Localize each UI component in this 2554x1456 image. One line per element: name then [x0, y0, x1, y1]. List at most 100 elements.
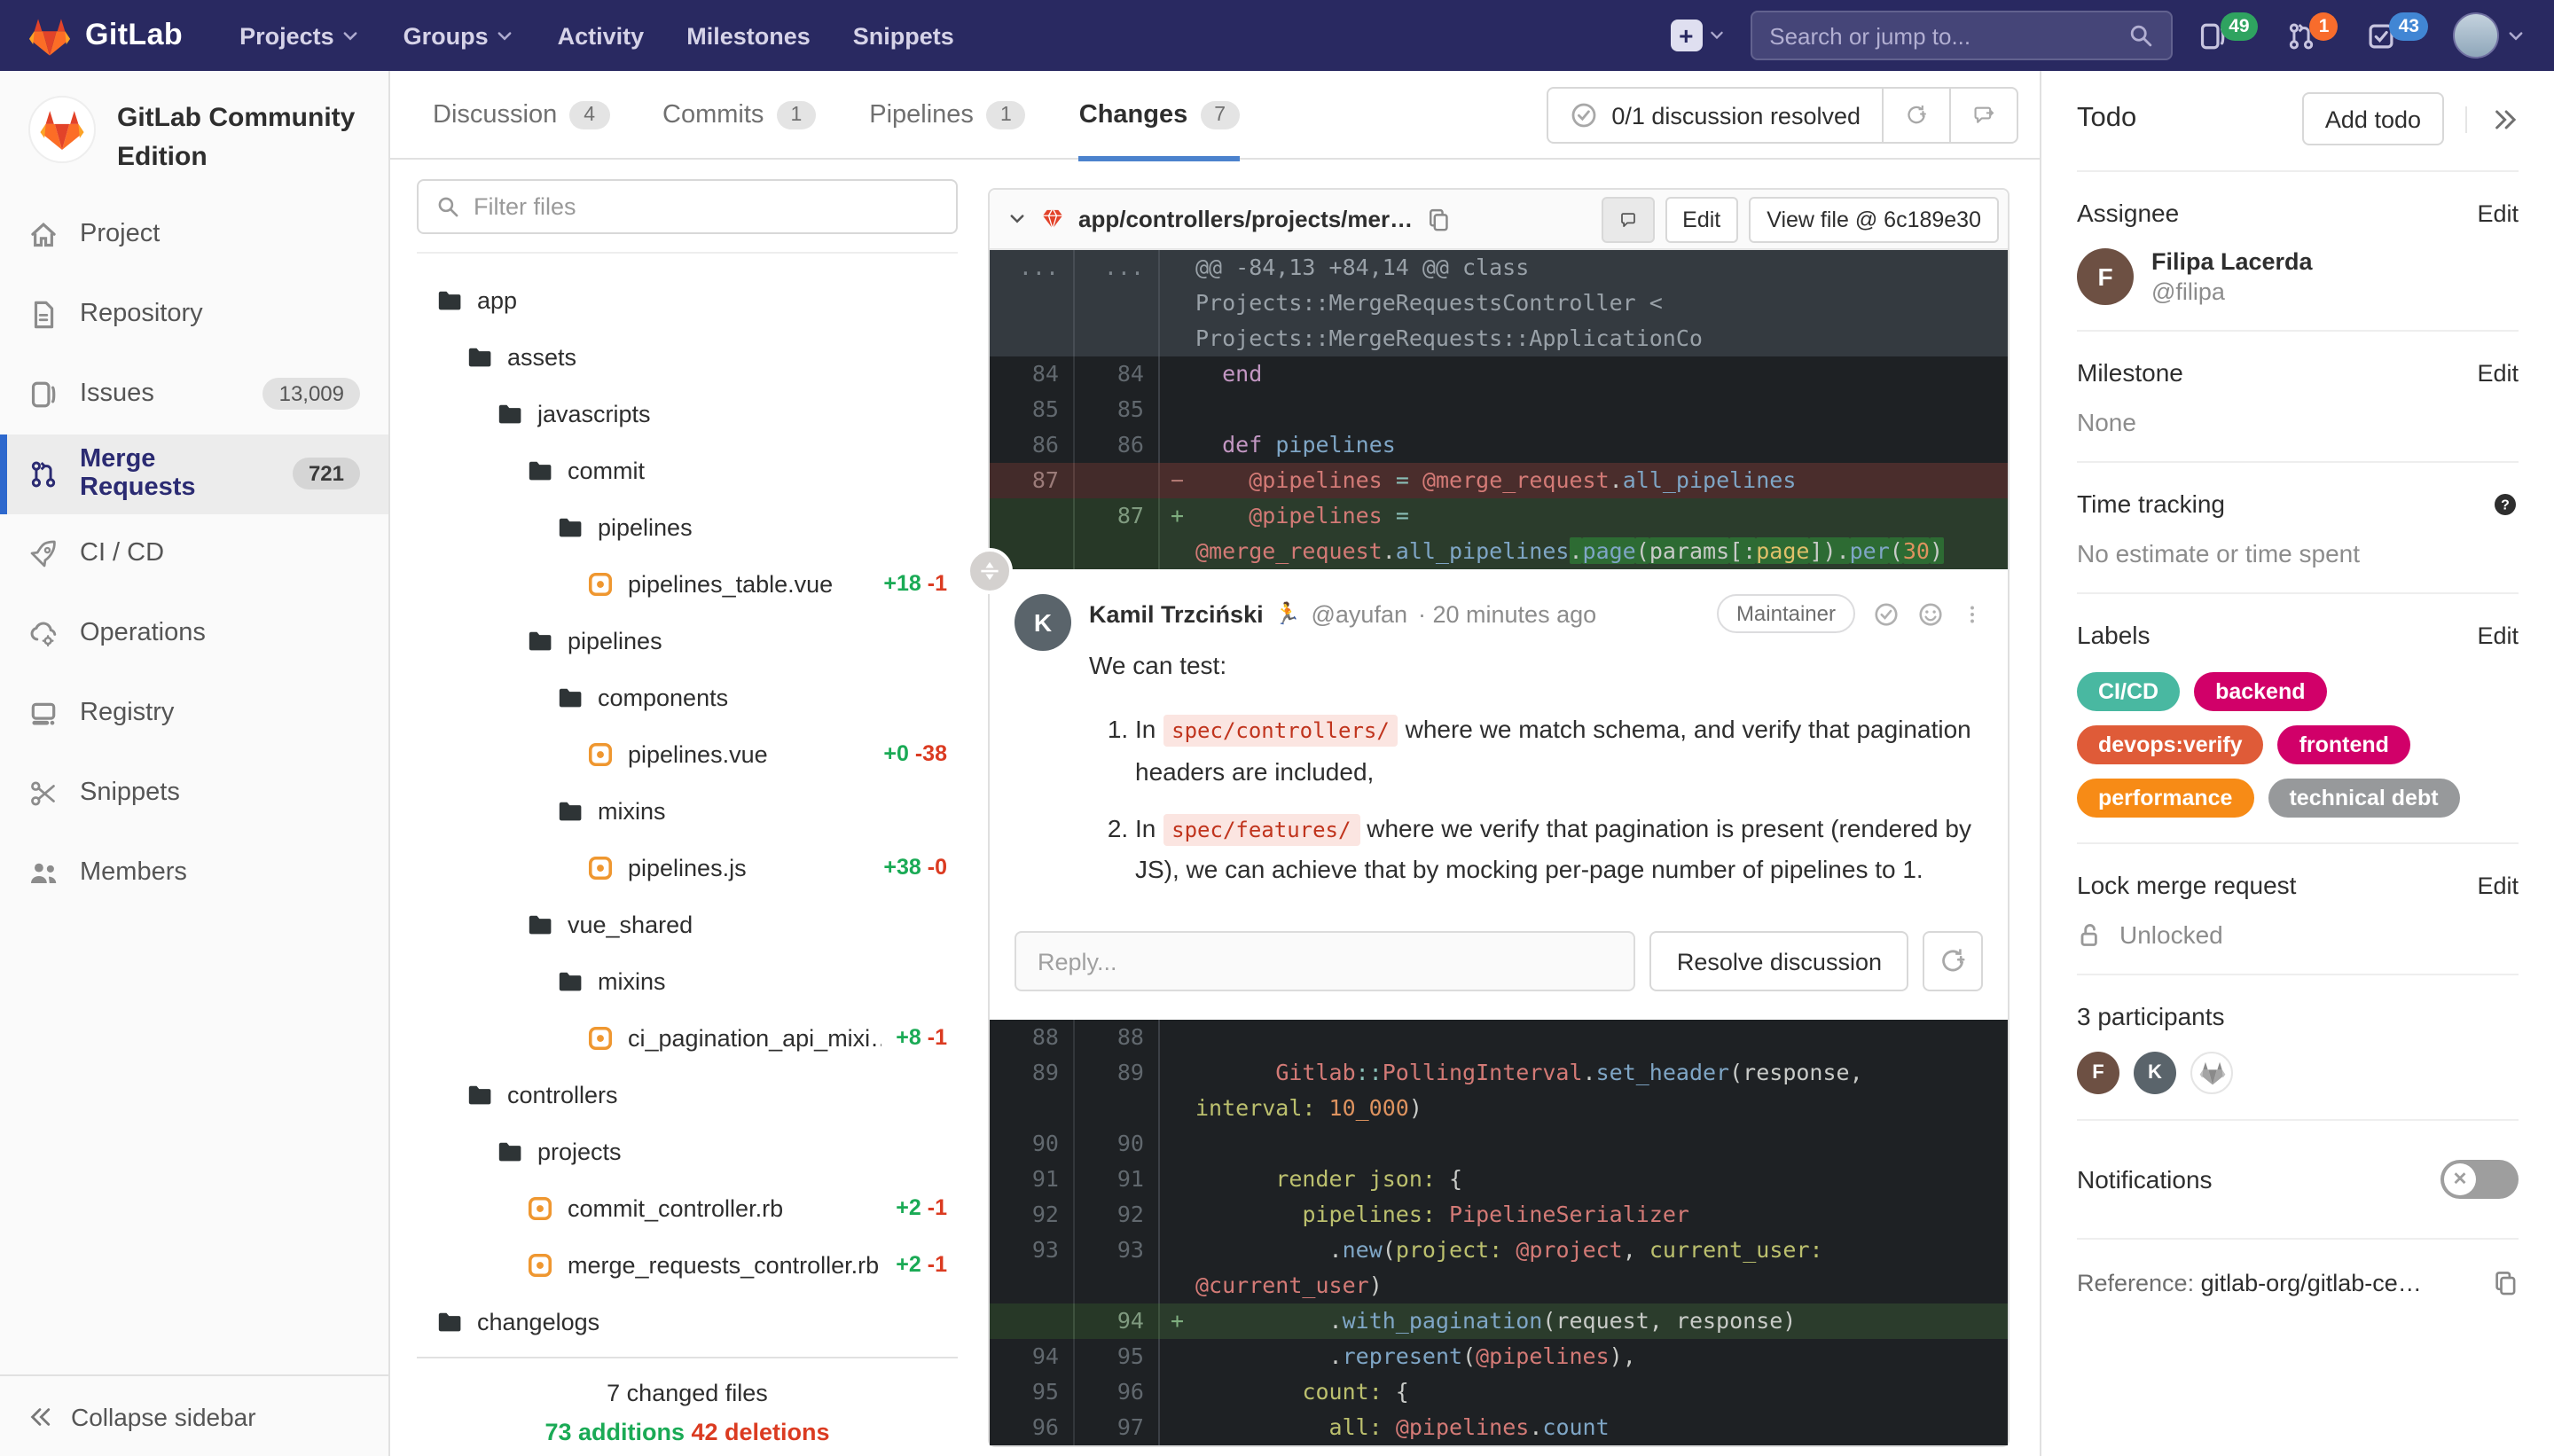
tree-file-pipelines.vue[interactable]: pipelines.vue +0 -38	[417, 725, 958, 782]
tab-discussion[interactable]: Discussion 4	[433, 70, 610, 159]
new-line-number[interactable]: 89	[1075, 1055, 1160, 1127]
copy-path-icon[interactable]	[1425, 207, 1450, 231]
tree-file-commit_controller.rb[interactable]: commit_controller.rb +2 -1	[417, 1179, 958, 1236]
tab-commits[interactable]: Commits 1	[662, 70, 817, 159]
assignee-edit-link[interactable]: Edit	[2477, 200, 2519, 226]
resolve-discussion-button[interactable]: Resolve discussion	[1649, 931, 1908, 992]
old-line-number[interactable]: 93	[990, 1233, 1075, 1304]
old-line-number[interactable]: 85	[990, 392, 1075, 427]
new-line-number[interactable]: 92	[1075, 1197, 1160, 1233]
new-line-number[interactable]: 95	[1075, 1339, 1160, 1375]
old-line-number[interactable]: 91	[990, 1162, 1075, 1198]
sidebar-item-registry[interactable]: Registry	[0, 673, 388, 753]
new-line-number[interactable]: 90	[1075, 1126, 1160, 1162]
new-line-number[interactable]: 87	[1075, 498, 1160, 569]
labels-edit-link[interactable]: Edit	[2477, 622, 2519, 648]
label-frontend[interactable]: frontend	[2277, 725, 2410, 764]
participant-avatar-k[interactable]: K	[2134, 1052, 2176, 1094]
nav-link-activity[interactable]: Activity	[540, 12, 662, 59]
jump-to-discussion-button[interactable]	[1951, 87, 2018, 144]
assignee-avatar[interactable]: F	[2077, 248, 2134, 305]
new-menu-button[interactable]: +	[1670, 20, 1725, 51]
tree-folder-vue_shared[interactable]: vue_shared	[417, 896, 958, 952]
label-devops-verify[interactable]: devops:verify	[2077, 725, 2264, 764]
project-header[interactable]: GitLab Community Edition	[0, 71, 388, 194]
view-file-button[interactable]: View file @ 6c189e30	[1749, 196, 1999, 242]
collapse-sidebar-button[interactable]: Collapse sidebar	[0, 1374, 388, 1456]
tab-changes[interactable]: Changes 7	[1078, 70, 1241, 160]
tree-file-pipelines_table.vue[interactable]: pipelines_table.vue +18 -1	[417, 555, 958, 612]
tree-file-pipelines.js[interactable]: pipelines.js +38 -0	[417, 839, 958, 896]
old-line-number[interactable]: 94	[990, 1339, 1075, 1375]
resolve-comment-icon[interactable]	[1873, 600, 1900, 627]
sidebar-item-repository[interactable]: Repository	[0, 274, 388, 354]
comment-author-handle[interactable]: @ayufan	[1312, 600, 1408, 627]
collapse-discussion-button[interactable]	[967, 548, 1013, 594]
new-line-number[interactable]: 86	[1075, 427, 1160, 463]
participant-avatar-gitlab[interactable]	[2190, 1052, 2233, 1094]
issues-counter[interactable]: 49	[2197, 12, 2259, 51]
tree-file-ci_pagination_api_mixi-[interactable]: ci_pagination_api_mixi… +8 -1	[417, 1009, 958, 1066]
tree-folder-commit[interactable]: commit	[417, 442, 958, 498]
tree-folder-pipelines[interactable]: pipelines	[417, 612, 958, 669]
tree-folder-mixins[interactable]: mixins	[417, 782, 958, 839]
comment-timestamp[interactable]: · 20 minutes ago	[1418, 600, 1596, 627]
new-line-number[interactable]: 97	[1075, 1410, 1160, 1446]
notifications-toggle[interactable]: ✕	[2440, 1160, 2519, 1199]
tree-folder-pipelines[interactable]: pipelines	[417, 498, 958, 555]
tree-folder-app[interactable]: app	[417, 271, 958, 328]
new-line-number[interactable]: 85	[1075, 392, 1160, 427]
sidebar-item-members[interactable]: Members	[0, 833, 388, 912]
nav-link-groups[interactable]: Groups	[386, 12, 533, 59]
assignee-name[interactable]: Filipa Lacerda	[2151, 248, 2313, 275]
old-line-number[interactable]: 90	[990, 1126, 1075, 1162]
tree-folder-changelogs[interactable]: changelogs	[417, 1293, 958, 1350]
new-line-number[interactable]: 93	[1075, 1233, 1160, 1304]
sidebar-item-ci-cd[interactable]: CI / CD	[0, 513, 388, 593]
old-line-number[interactable]: 84	[990, 356, 1075, 392]
nav-link-projects[interactable]: Projects	[222, 12, 379, 59]
tree-file-merge_requests_controller.rb[interactable]: merge_requests_controller.rb +2 -1	[417, 1236, 958, 1293]
old-line-number[interactable]: 89	[990, 1055, 1075, 1127]
merge-request-counter[interactable]: 1	[2287, 12, 2339, 51]
chevron-down-icon[interactable]	[1007, 209, 1027, 229]
discussions-resolved-button[interactable]: 0/1 discussion resolved	[1546, 87, 1884, 144]
tree-folder-javascripts[interactable]: javascripts	[417, 385, 958, 442]
filter-files-input[interactable]	[474, 193, 938, 220]
sidebar-item-merge-requests[interactable]: Merge Requests 721	[0, 434, 388, 513]
chevron-double-right-icon[interactable]	[2492, 106, 2519, 132]
help-icon[interactable]: ?	[2492, 490, 2519, 517]
new-line-number[interactable]	[1075, 463, 1160, 498]
participant-avatar-f[interactable]: F	[2077, 1052, 2119, 1094]
user-menu[interactable]	[2453, 12, 2526, 59]
sidebar-item-snippets[interactable]: Snippets	[0, 753, 388, 833]
new-line-number[interactable]: 94	[1075, 1303, 1160, 1340]
tree-folder-assets[interactable]: assets	[417, 328, 958, 385]
gitlab-logo[interactable]: GitLab	[28, 15, 183, 56]
comment-author-name[interactable]: Kamil Trzciński	[1089, 600, 1264, 627]
emoji-reaction-icon[interactable]	[1917, 600, 1944, 627]
new-line-number[interactable]: ...	[1075, 250, 1160, 356]
tree-folder-controllers[interactable]: controllers	[417, 1066, 958, 1123]
old-line-number[interactable]: ...	[990, 250, 1075, 356]
label-performance[interactable]: performance	[2077, 779, 2254, 818]
milestone-edit-link[interactable]: Edit	[2477, 359, 2519, 386]
add-todo-button[interactable]: Add todo	[2301, 92, 2444, 145]
label-ci-cd[interactable]: CI/CD	[2077, 672, 2181, 711]
old-line-number[interactable]: 95	[990, 1374, 1075, 1411]
nav-link-milestones[interactable]: Milestones	[669, 12, 828, 59]
old-line-number[interactable]: 86	[990, 427, 1075, 463]
filter-files-box[interactable]	[417, 179, 958, 234]
comment-author-avatar[interactable]: K	[1015, 594, 1071, 651]
tree-folder-components[interactable]: components	[417, 669, 958, 725]
new-line-number[interactable]: 91	[1075, 1162, 1160, 1198]
todos-counter[interactable]: 43	[2367, 12, 2428, 51]
search-input[interactable]	[1769, 22, 2128, 49]
new-line-number[interactable]: 84	[1075, 356, 1160, 392]
nav-link-snippets[interactable]: Snippets	[835, 12, 972, 59]
lock-edit-link[interactable]: Edit	[2477, 872, 2519, 898]
resolve-with-issue-button[interactable]	[1884, 87, 1951, 144]
diff-file-path[interactable]: app/controllers/projects/mer…	[1078, 206, 1413, 232]
old-line-number[interactable]: 88	[990, 1020, 1075, 1056]
old-line-number[interactable]: 92	[990, 1197, 1075, 1233]
